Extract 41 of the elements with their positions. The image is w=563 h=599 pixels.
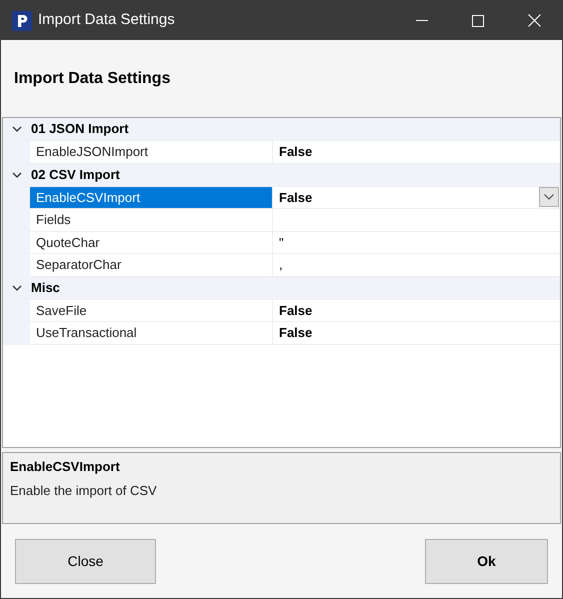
dialog-heading: Import Data Settings [14, 68, 170, 88]
category-label: 02 CSV Import [31, 166, 120, 184]
category-row[interactable]: 01 JSON Import [3, 118, 560, 141]
category-row[interactable]: Misc [3, 276, 560, 300]
minimize-icon [416, 20, 428, 21]
app-logo-icon [12, 10, 32, 30]
chevron-down-icon[interactable] [12, 170, 22, 180]
property-name: SaveFile [30, 300, 273, 322]
property-row[interactable]: EnableCSVImport False [3, 186, 560, 209]
property-name: EnableCSVImport [30, 186, 273, 209]
property-name: QuoteChar [30, 232, 273, 254]
maximize-icon [472, 14, 484, 26]
property-value: False [279, 188, 312, 206]
chevron-down-icon[interactable] [12, 282, 22, 292]
property-value: False [279, 143, 312, 161]
property-name: Fields [30, 209, 273, 232]
window-title: Import Data Settings [38, 10, 175, 30]
description-text: Enable the import of CSV [10, 482, 158, 500]
category-label: 01 JSON Import [31, 120, 129, 138]
property-value: , [279, 256, 283, 274]
description-title: EnableCSVImport [10, 458, 121, 476]
ok-button[interactable]: Ok [425, 538, 548, 584]
category-row[interactable]: 02 CSV Import [3, 164, 560, 186]
property-value: False [279, 324, 312, 342]
property-row[interactable]: UseTransactional False [3, 322, 560, 344]
property-row[interactable]: SeparatorChar , [3, 254, 560, 276]
property-name: UseTransactional [30, 322, 273, 344]
property-name: SeparatorChar [30, 254, 273, 276]
property-value: False [279, 302, 312, 320]
property-row[interactable]: QuoteChar " [3, 232, 560, 254]
property-row[interactable]: SaveFile False [3, 300, 560, 322]
property-name: EnableJSONImport [30, 141, 273, 164]
property-row[interactable]: EnableJSONImport False [3, 141, 560, 164]
property-row[interactable]: Fields [3, 209, 560, 232]
category-label: Misc [31, 278, 60, 297]
dropdown-button[interactable] [539, 187, 559, 208]
close-dialog-button[interactable]: Close [15, 538, 156, 584]
chevron-down-icon [544, 194, 554, 200]
chevron-down-icon[interactable] [12, 124, 22, 134]
close-icon [528, 14, 540, 27]
property-value: " [279, 234, 284, 252]
